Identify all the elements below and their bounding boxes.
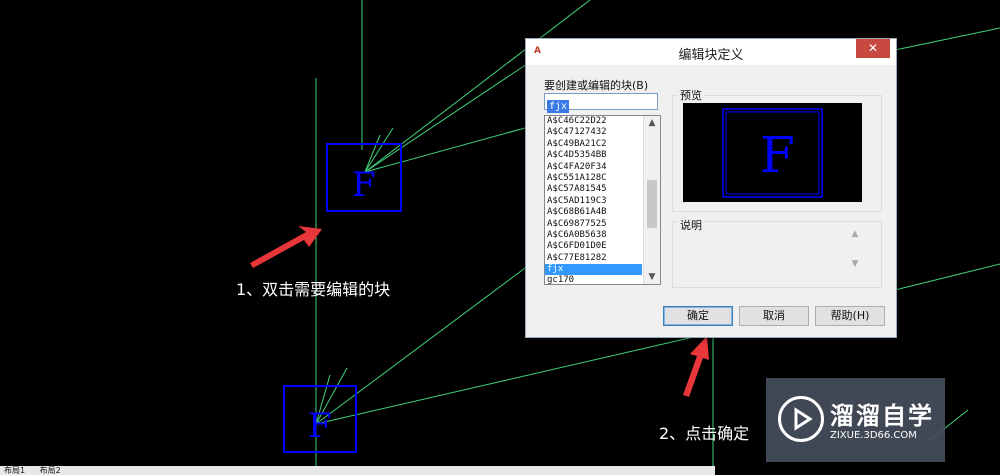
scroll-thumb[interactable] — [647, 180, 657, 228]
watermark: 溜溜自学 ZIXUE.3D66.COM — [766, 378, 945, 462]
leader-line — [894, 263, 1000, 291]
block-list-item[interactable]: A$C47127432 — [545, 127, 642, 138]
cancel-button[interactable]: 取消 — [739, 306, 809, 326]
block-list-item[interactable]: A$C77E81282 — [545, 253, 642, 264]
block-list-item[interactable]: A$C69877525 — [545, 219, 642, 230]
block-list-item[interactable]: A$C4D5354BB — [545, 150, 642, 161]
tab-layout1[interactable]: 布局1 — [4, 466, 25, 475]
block-name-value: fjx — [547, 100, 570, 113]
annotation-arrow — [683, 336, 709, 397]
block-list-item[interactable]: A$C57A81545 — [545, 184, 642, 195]
dialog-titlebar[interactable]: A 编辑块定义 ✕ — [526, 39, 896, 65]
close-icon[interactable]: ✕ — [856, 39, 890, 58]
block-list-item[interactable]: A$C6A0B5638 — [545, 230, 642, 241]
annotation-arrow — [250, 226, 322, 268]
dialog-title: 编辑块定义 — [678, 48, 744, 63]
block-list-item[interactable]: fjx — [545, 264, 642, 276]
block-letter: F — [308, 406, 332, 446]
block-list-item[interactable]: A$C46C22D22 — [545, 116, 642, 127]
leader-line — [315, 335, 699, 425]
block-letter: F — [352, 165, 376, 205]
block-name-input[interactable]: fjx — [544, 93, 658, 113]
layout-tabs: 布局1 布局2 — [0, 466, 715, 475]
block-list-item[interactable]: A$C49BA21C2 — [545, 139, 642, 150]
block-list-items: A$C46C22D22 A$C47127432 A$C49BA21C2 A$C4D53… — [545, 116, 642, 284]
help-button[interactable]: 帮助(H) — [815, 306, 885, 326]
edit-block-definition-dialog: A 编辑块定义 ✕ 要创建或编辑的块(B) fjx A$C46C22D22 A$C… — [525, 38, 897, 338]
step1-annotation: 1、双击需要编辑的块 — [236, 280, 391, 299]
preview-letter: F — [760, 126, 795, 184]
description-field[interactable]: ▲ ▼ — [683, 229, 862, 284]
scroll-up-icon[interactable]: ▲ — [644, 116, 660, 130]
tab-layout2[interactable]: 布局2 — [40, 466, 61, 475]
ok-button[interactable]: 确定 — [663, 306, 733, 326]
block-list-item[interactable]: A$C5AD119C3 — [545, 196, 642, 207]
block-list-item[interactable]: A$C68B61A4B — [545, 207, 642, 218]
preview-label: 预览 — [678, 87, 704, 103]
block-list[interactable]: A$C46C22D22 A$C47127432 A$C49BA21C2 A$C4D53… — [544, 115, 661, 285]
scroll-down-icon[interactable]: ▼ — [644, 270, 660, 284]
blocks-label: 要创建或编辑的块(B) — [544, 79, 649, 92]
block-preview: F — [683, 103, 862, 202]
watermark-name: 溜溜自学 — [830, 402, 934, 430]
block-list-item[interactable]: A$C4FA20F34 — [545, 162, 642, 173]
step2-annotation: 2、点击确定 — [659, 424, 750, 443]
leader-line — [894, 27, 1000, 51]
play-logo-icon — [778, 396, 824, 442]
block-list-item[interactable]: A$C6FD01D0E — [545, 241, 642, 252]
description-scrollbar[interactable]: ▲ ▼ — [848, 229, 862, 284]
block-list-item[interactable]: gc170 — [545, 275, 642, 284]
block-list-item[interactable]: A$C551A128C — [545, 173, 642, 184]
block-list-scrollbar[interactable]: ▲ ▼ — [643, 116, 660, 284]
watermark-site: ZIXUE.3D66.COM — [830, 430, 917, 441]
leader-line — [364, 61, 531, 173]
